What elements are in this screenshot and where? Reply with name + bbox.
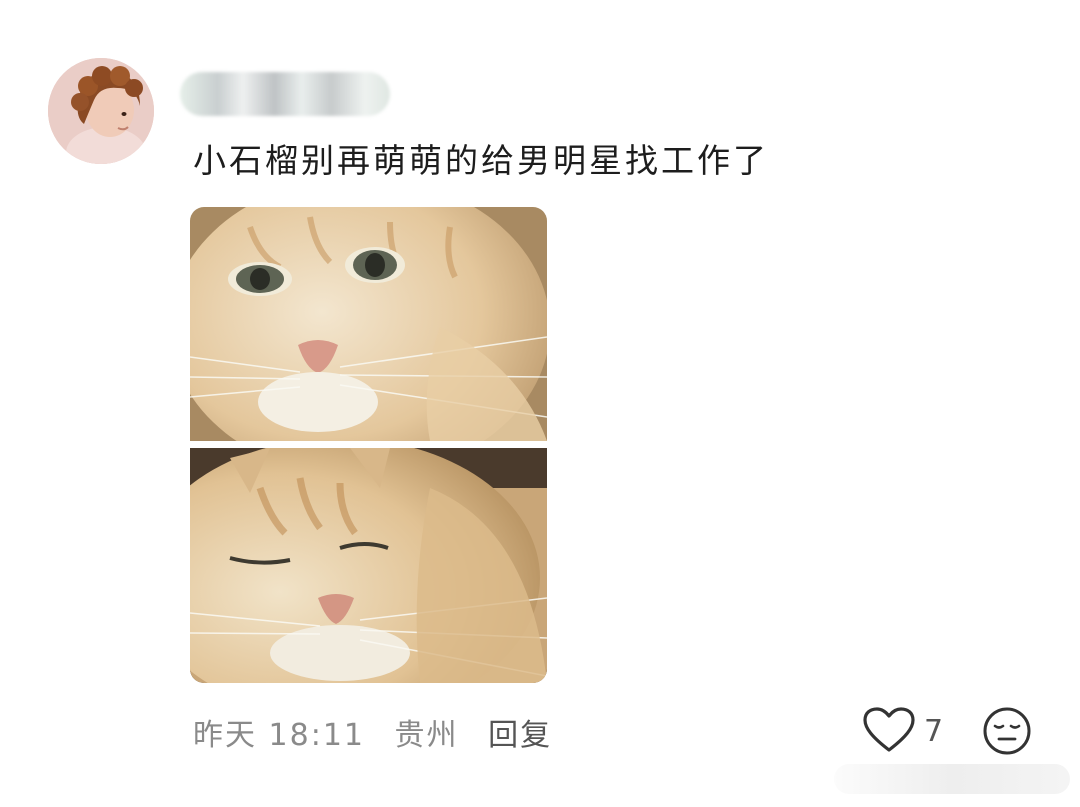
comment-location: 贵州 bbox=[394, 718, 459, 753]
like-count: 7 bbox=[924, 714, 944, 749]
neutral-face-icon[interactable] bbox=[982, 706, 1032, 756]
user-avatar[interactable] bbox=[48, 58, 154, 164]
reply-button[interactable]: 回复 bbox=[488, 718, 552, 753]
cat-photo-bottom bbox=[190, 448, 547, 683]
watermark-bar bbox=[834, 764, 1070, 794]
comment-meta: 昨天 18:11 贵州 回复 bbox=[193, 710, 570, 754]
comment-text: 小石榴别再萌萌的给男明星找工作了 bbox=[193, 141, 769, 180]
cat-photo-top bbox=[190, 207, 547, 441]
comment-item: 小石榴别再萌萌的给男明星找工作了 昨天 18:11 贵州 回复 7 bbox=[0, 0, 1080, 807]
comment-time: 昨天 18:11 bbox=[193, 718, 365, 753]
avatar-image bbox=[48, 58, 154, 164]
heart-outline-icon[interactable] bbox=[862, 706, 916, 754]
username-blurred[interactable] bbox=[180, 72, 390, 116]
comment-image[interactable] bbox=[190, 207, 547, 683]
